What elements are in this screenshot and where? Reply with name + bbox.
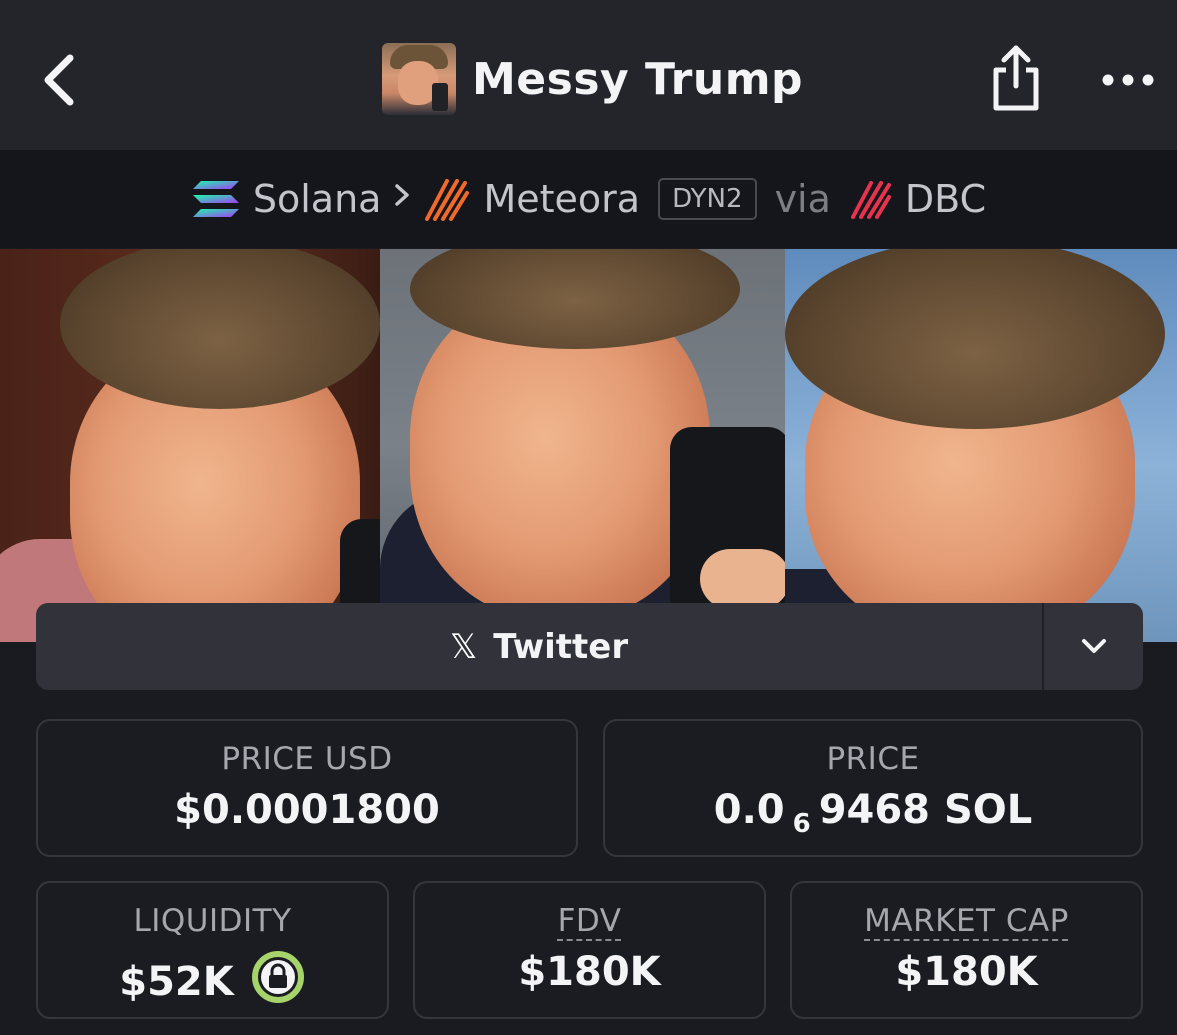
via-label: via <box>774 177 831 221</box>
chevron-right-icon <box>387 179 417 219</box>
banner-photo-2 <box>380 249 785 642</box>
market-cap-value: $180K <box>895 949 1038 995</box>
twitter-label: Twitter <box>493 626 629 667</box>
meteora-icon <box>425 179 470 221</box>
price-usd-card: PRICE USD $0.0001800 <box>36 719 578 857</box>
social-links: 𝕏 Twitter <box>36 603 1143 690</box>
token-banner-image <box>0 249 1177 642</box>
more-options-button[interactable] <box>1098 60 1162 100</box>
fdv-value: $180K <box>518 949 661 995</box>
lock-icon[interactable] <box>250 949 306 1015</box>
solana-icon <box>192 181 239 217</box>
dex-name: Meteora <box>483 177 641 221</box>
chevron-down-icon <box>1082 639 1106 653</box>
back-button[interactable] <box>36 48 86 112</box>
x-logo-icon: 𝕏 <box>449 626 478 667</box>
page-title: Messy Trump <box>472 53 804 105</box>
liquidity-value: $52K <box>119 959 234 1005</box>
launchpad-name: DBC <box>904 177 987 221</box>
price-native-prefix: 0.0 <box>713 787 785 833</box>
more-dots-icon <box>1102 74 1154 86</box>
top-bar: Messy Trump <box>0 0 1177 150</box>
chain-name: Solana <box>252 177 382 221</box>
liquidity-card: LIQUIDITY $52K <box>36 881 389 1019</box>
token-title: Messy Trump <box>382 42 803 116</box>
banner-photo-3 <box>785 249 1177 642</box>
share-button[interactable] <box>984 40 1048 116</box>
price-native-zero-count: 6 <box>792 809 811 839</box>
launchpad-link[interactable]: DBC <box>849 177 986 221</box>
liquidity-value-row: $52K <box>38 949 387 1015</box>
price-native-label: PRICE <box>826 741 920 777</box>
share-icon <box>993 45 1039 111</box>
price-usd-value: $0.0001800 <box>174 787 440 833</box>
chain-breadcrumb: Solana Meteora DYN2 via DBC <box>0 150 1177 248</box>
chevron-left-icon <box>44 54 74 106</box>
market-cap-label[interactable]: MARKET CAP <box>792 903 1141 939</box>
dex-link[interactable]: Meteora DYN2 <box>423 175 757 223</box>
price-native-suffix: 9468 SOL <box>818 787 1033 833</box>
social-expand-button[interactable] <box>1044 603 1143 690</box>
price-native-card: PRICE 0.0 6 9468 SOL <box>603 719 1143 857</box>
chain-link[interactable]: Solana <box>191 177 382 221</box>
market-cap-card: MARKET CAP $180K <box>790 881 1143 1019</box>
fdv-label[interactable]: FDV <box>415 903 764 939</box>
token-avatar <box>382 43 456 115</box>
twitter-link[interactable]: 𝕏 Twitter <box>36 603 1042 690</box>
dbc-icon <box>850 181 891 219</box>
liquidity-label: LIQUIDITY <box>133 903 292 939</box>
price-native-value: 0.0 6 9468 SOL <box>605 787 1141 839</box>
dex-version-badge: DYN2 <box>658 178 757 220</box>
price-usd-label: PRICE USD <box>221 741 393 777</box>
fdv-card: FDV $180K <box>413 881 766 1019</box>
banner-photo-1 <box>0 249 380 642</box>
